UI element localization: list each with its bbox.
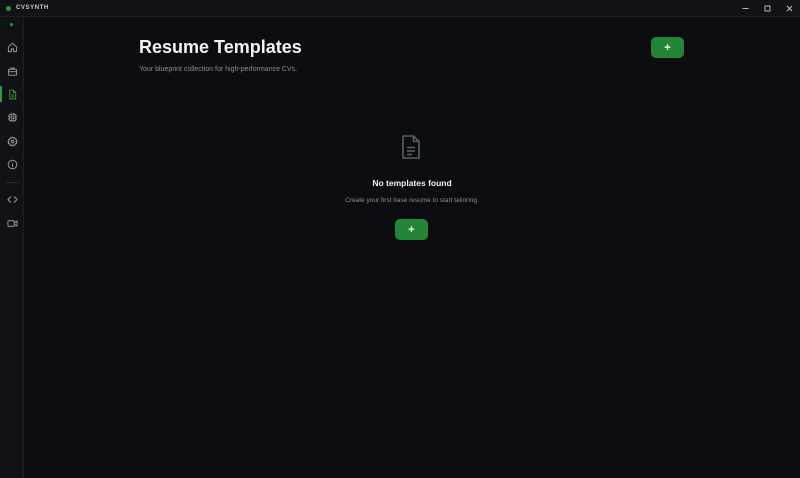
sidebar-divider — [6, 182, 18, 183]
file-icon — [8, 89, 16, 99]
close-button[interactable] — [778, 0, 800, 17]
maximize-button[interactable] — [756, 0, 778, 17]
minimize-icon — [742, 8, 748, 9]
sidebar-item-code[interactable] — [0, 189, 24, 209]
page-subtitle: Your blueprint collection for high-perfo… — [139, 66, 298, 73]
empty-state-title: No templates found — [372, 178, 452, 188]
document-icon — [402, 135, 420, 159]
code-icon — [6, 195, 18, 203]
status-indicator — [10, 23, 13, 26]
maximize-icon — [764, 5, 770, 12]
sidebar-item-jobs[interactable] — [0, 61, 24, 81]
app-title: CVSYNTH — [16, 5, 49, 11]
window-controls — [734, 0, 800, 17]
sidebar — [0, 17, 24, 478]
cpu-icon — [7, 112, 17, 122]
gear-icon — [6, 135, 18, 147]
add-template-button[interactable]: + — [651, 37, 684, 58]
page-title: Resume Templates — [139, 37, 302, 57]
minimize-button[interactable] — [734, 0, 756, 17]
close-icon — [786, 5, 792, 12]
main-content: Resume Templates Your blueprint collecti… — [24, 17, 800, 478]
sidebar-item-video[interactable] — [0, 213, 24, 233]
sidebar-item-home[interactable] — [0, 37, 24, 57]
sidebar-item-processor[interactable] — [0, 107, 24, 127]
create-template-button[interactable]: + — [395, 219, 428, 240]
briefcase-icon — [7, 67, 17, 76]
app-logo-icon — [6, 5, 11, 11]
info-icon — [7, 159, 17, 169]
home-icon — [7, 42, 17, 52]
sidebar-item-settings[interactable] — [0, 131, 24, 151]
sidebar-item-info[interactable] — [0, 154, 24, 174]
title-bar: CVSYNTH — [0, 0, 800, 17]
video-icon — [6, 219, 18, 227]
empty-state-message: Create your first base resume to start t… — [345, 197, 479, 204]
sidebar-item-templates[interactable] — [0, 84, 24, 104]
